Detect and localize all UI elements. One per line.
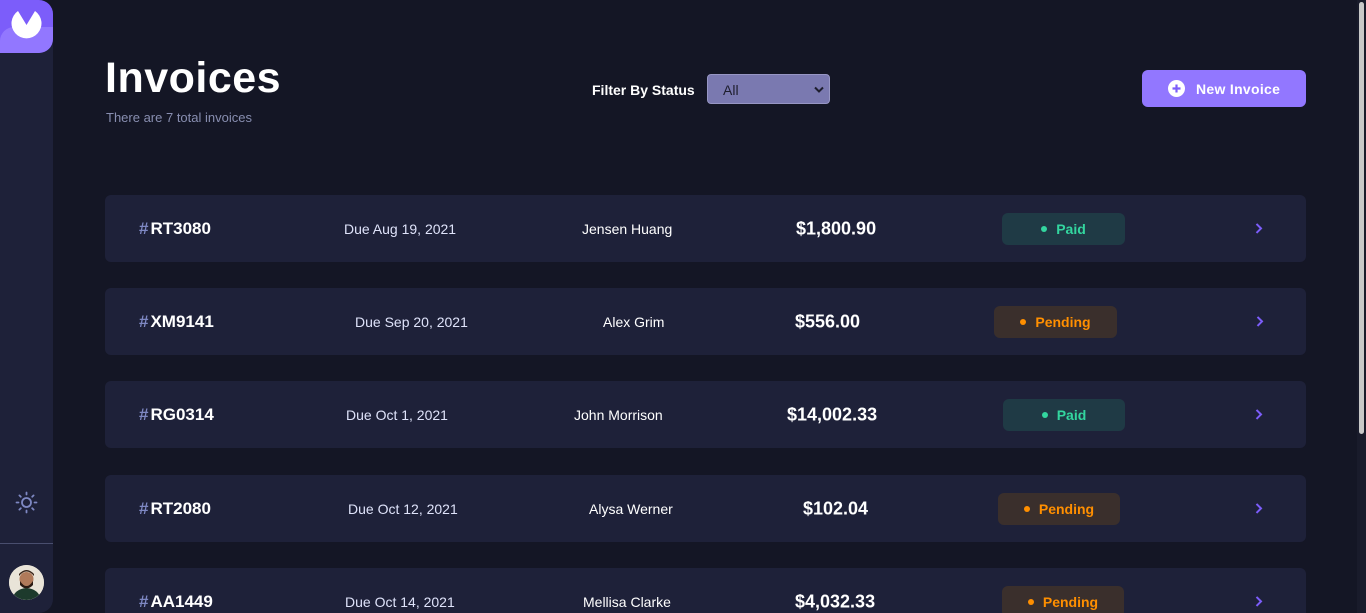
logo-icon [11,11,42,39]
invoice-row[interactable]: # RG0314 Due Oct 1, 2021 John Morrison $1… [105,381,1306,448]
page-title: Invoices [105,54,282,102]
filter-selected-value: All [723,82,739,98]
status-text: Pending [1038,500,1095,517]
invoice-id-text: RT3080 [150,218,211,238]
invoice-row[interactable]: # XM9141 Due Sep 20, 2021 Alex Grim $556.… [105,288,1306,355]
scrollbar[interactable] [1357,0,1366,613]
chevron-right-icon[interactable] [1255,502,1263,514]
invoice-due-date: Due Sep 20, 2021 [355,313,468,330]
invoice-id-text: AA1449 [150,591,213,611]
invoice-client: Alex Grim [603,313,665,330]
app: Invoices There are 7 total invoices Filt… [0,0,1366,613]
scrollbar-thumb[interactable] [1359,2,1364,434]
chevron-right-icon[interactable] [1255,595,1263,607]
status-dot-icon [1027,598,1034,605]
status-dot-icon [1041,225,1048,232]
sidebar [0,0,53,613]
invoice-id: # RT2080 [139,499,211,519]
status-text: Paid [1056,406,1087,423]
invoice-id-text: RG0314 [150,404,214,424]
filter-label: Filter By Status [592,82,695,98]
new-invoice-label: New Invoice [1196,81,1281,97]
invoice-id: # RG0314 [139,405,214,425]
invoice-amount: $556.00 [795,311,861,331]
status-dot-icon [1023,505,1030,512]
new-invoice-button[interactable]: New Invoice [1142,70,1306,107]
invoice-row[interactable]: # AA1449 Due Oct 14, 2021 Mellisa Clarke … [105,568,1306,613]
invoice-row[interactable]: # RT2080 Due Oct 12, 2021 Alysa Werner $1… [105,475,1306,542]
chevron-right-icon[interactable] [1255,222,1263,234]
user-avatar-image [9,565,44,600]
invoice-amount: $1,800.90 [796,218,877,238]
hash-symbol: # [139,498,149,518]
status-dot-icon [1041,411,1048,418]
status-badge: Paid [1002,212,1125,245]
hash-symbol: # [139,404,149,424]
invoice-client: Jensen Huang [582,220,673,237]
status-text: Pending [1042,593,1099,610]
invoice-due-date: Due Oct 14, 2021 [345,593,455,610]
avatar[interactable] [9,565,44,600]
chevron-right-icon[interactable] [1256,315,1264,327]
status-badge: Pending [998,492,1120,525]
status-badge: Pending [1002,585,1124,613]
invoice-id: # AA1449 [139,592,213,612]
invoice-id: # XM9141 [139,312,214,332]
invoice-due-date: Due Aug 19, 2021 [344,220,457,237]
invoice-client: John Morrison [574,406,663,423]
invoice-id: # RT3080 [139,219,211,239]
invoice-amount: $4,032.33 [795,591,876,611]
invoice-id-text: XM9141 [150,311,214,331]
invoice-row[interactable]: # RT3080 Due Aug 19, 2021 Jensen Huang $1… [105,195,1306,262]
plus-circle-icon [1168,80,1185,97]
status-badge: Pending [994,305,1117,338]
hash-symbol: # [139,591,149,611]
status-text: Paid [1056,220,1086,237]
status-filter-select[interactable]: All [707,74,830,104]
invoice-due-date: Due Oct 1, 2021 [346,406,448,423]
status-dot-icon [1020,318,1027,325]
hash-symbol: # [139,311,149,331]
invoice-amount: $102.04 [803,498,869,518]
sun-icon [15,491,38,514]
status-text: Pending [1035,313,1091,330]
invoice-due-date: Due Oct 12, 2021 [348,500,458,517]
logo[interactable] [0,0,53,53]
invoice-id-text: RT2080 [150,498,211,518]
invoice-amount: $14,002.33 [787,404,878,424]
invoice-count: There are 7 total invoices [106,110,252,125]
invoice-client: Mellisa Clarke [583,593,671,610]
hash-symbol: # [139,218,149,238]
invoice-client: Alysa Werner [589,500,673,517]
status-badge: Paid [1003,398,1125,431]
chevron-right-icon[interactable] [1255,408,1263,420]
sidebar-divider [0,543,53,544]
chevron-down-icon [814,86,824,93]
theme-toggle-button[interactable] [15,491,38,519]
